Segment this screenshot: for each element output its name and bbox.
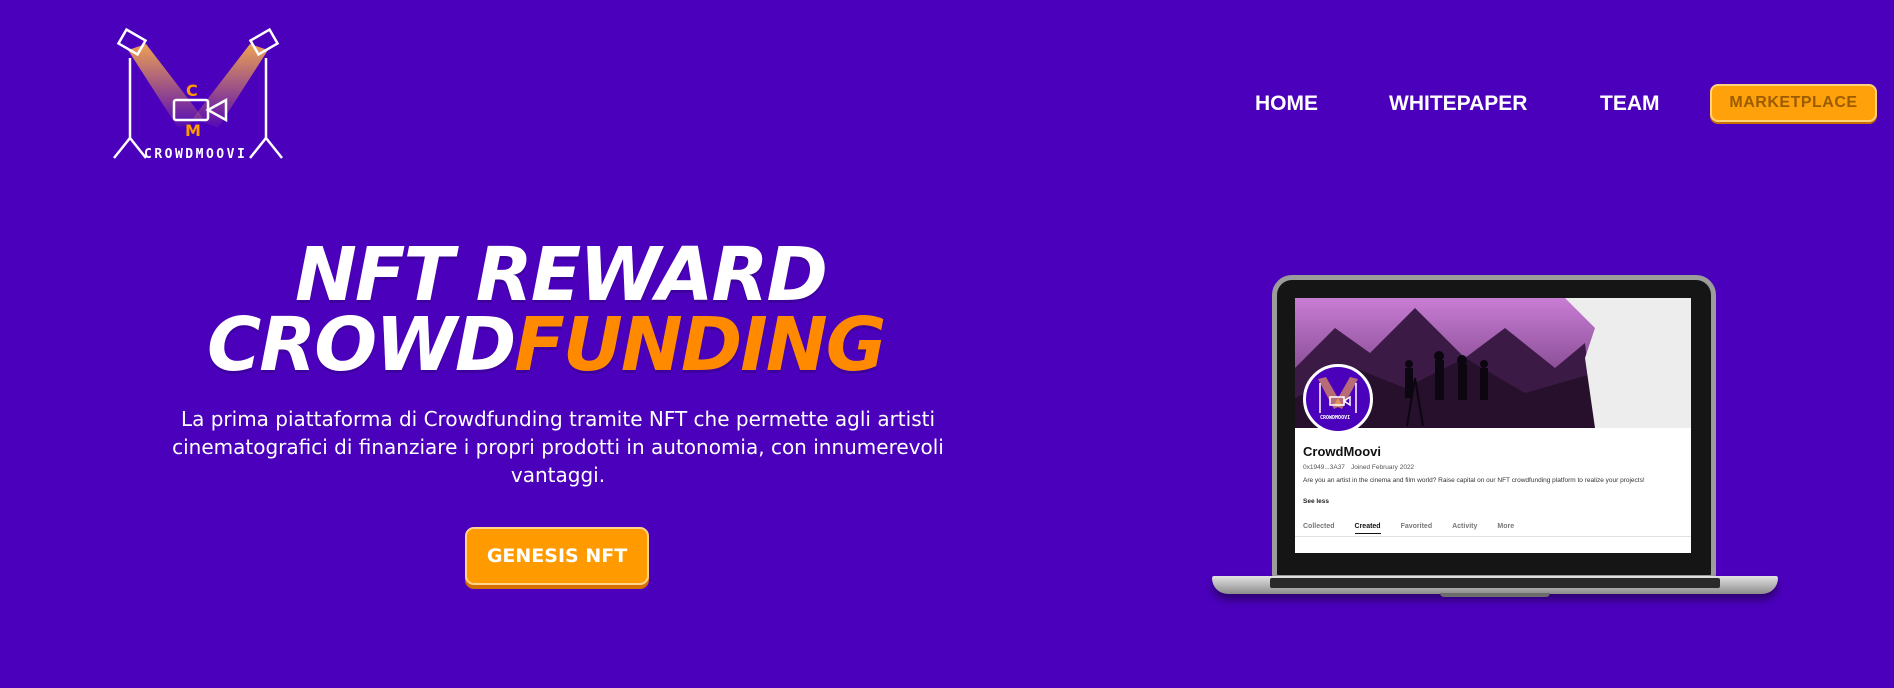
tab-created[interactable]: Created bbox=[1354, 523, 1381, 534]
svg-text:M: M bbox=[185, 121, 201, 140]
tab-more[interactable]: More bbox=[1497, 523, 1514, 534]
logo-brand-text: CROWDMOOVI bbox=[144, 147, 248, 162]
nav-home-link[interactable]: HOME bbox=[1255, 92, 1318, 116]
profile-name: CrowdMoovi bbox=[1303, 444, 1381, 459]
joined-date: Joined February 2022 bbox=[1350, 464, 1415, 471]
wallet-address[interactable]: 0x1949...3A37 bbox=[1303, 464, 1345, 471]
profile-avatar[interactable]: CROWDMOOVI bbox=[1303, 364, 1373, 434]
hero-title-line2: CROWDFUNDING bbox=[207, 302, 886, 388]
tab-collected[interactable]: Collected bbox=[1303, 523, 1335, 534]
svg-text:C: C bbox=[186, 81, 198, 100]
tabs-divider bbox=[1295, 536, 1691, 537]
nav-team-link[interactable]: TEAM bbox=[1600, 92, 1660, 116]
laptop-notch bbox=[1440, 593, 1550, 597]
marketplace-button[interactable]: MARKETPLACE bbox=[1710, 84, 1877, 122]
see-less-link[interactable]: See less bbox=[1303, 498, 1329, 505]
svg-text:CROWDMOOVI: CROWDMOOVI bbox=[1320, 415, 1350, 421]
crowdmoovi-logo[interactable]: C M CROWDMOOVI bbox=[108, 28, 288, 168]
laptop-mockup: CROWDMOOVI CrowdMoovi 0x1949...3A37 Joine… bbox=[1210, 275, 1780, 620]
hero-description: La prima piattaforma di Crowdfunding tra… bbox=[172, 407, 944, 487]
laptop-keyboard bbox=[1270, 578, 1720, 588]
profile-bio: Are you an artist in the cinema and film… bbox=[1303, 477, 1645, 484]
nav-whitepaper-link[interactable]: WHITEPAPER bbox=[1389, 92, 1527, 116]
tab-favorited[interactable]: Favorited bbox=[1401, 523, 1433, 534]
crowdmoovi-avatar-logo: CROWDMOOVI bbox=[1318, 377, 1358, 421]
hero-title-crowd: CROWD bbox=[207, 302, 516, 388]
laptop-screen: CROWDMOOVI CrowdMoovi 0x1949...3A37 Joine… bbox=[1295, 298, 1691, 553]
hero-title-funding: FUNDING bbox=[514, 302, 886, 388]
profile-meta: 0x1949...3A37 Joined February 2022 bbox=[1303, 464, 1420, 471]
tab-activity[interactable]: Activity bbox=[1452, 523, 1477, 534]
genesis-nft-button[interactable]: GENESIS NFT bbox=[465, 527, 649, 585]
profile-tabs: Collected Created Favorited Activity Mor… bbox=[1303, 523, 1514, 534]
